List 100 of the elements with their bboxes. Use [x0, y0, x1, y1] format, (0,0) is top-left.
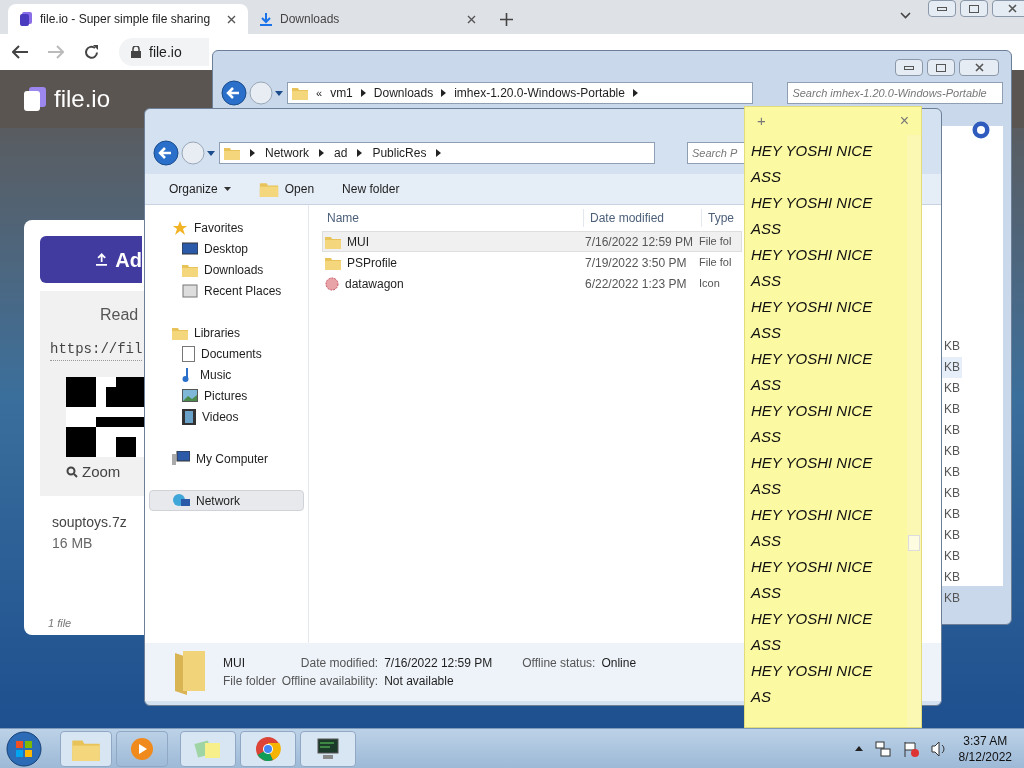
- clock-time[interactable]: 3:37 AM: [963, 732, 1008, 749]
- sidebar-item[interactable]: Recent Places: [149, 280, 304, 301]
- sidebar-item[interactable]: Music: [149, 364, 304, 385]
- path-segment[interactable]: imhex-1.20.0-Windows-Portable: [454, 84, 625, 102]
- start-button-icon[interactable]: [4, 729, 44, 768]
- type-cell-text: File fol: [698, 234, 732, 250]
- play-icon: [130, 736, 154, 761]
- file-size: 16 MB: [51, 534, 94, 553]
- zoom-link[interactable]: Zoom: [82, 461, 121, 484]
- toolbar-button[interactable]: Organize: [169, 180, 231, 198]
- note-text: HEY YOSHI NICE: [751, 193, 874, 213]
- address-bar[interactable]: file.io: [119, 38, 209, 66]
- sidebar-item[interactable]: My Computer: [149, 448, 304, 469]
- add-note-button[interactable]: +: [757, 109, 766, 133]
- help-icon[interactable]: [972, 121, 990, 139]
- browser-tab[interactable]: file.io - Super simple file sharing: [8, 4, 248, 34]
- file-size-cell-text: KB: [943, 464, 961, 481]
- chevron-icon: [632, 89, 638, 97]
- path-segment[interactable]: vm1: [330, 84, 353, 102]
- computer-icon: [172, 451, 190, 466]
- file-name: datawagon: [345, 275, 404, 293]
- chevron-down-icon[interactable]: [900, 12, 911, 19]
- search-field[interactable]: Search imhex-1.20.0-Windows-Portable: [787, 82, 1003, 104]
- column-header[interactable]: Date modified: [583, 209, 701, 227]
- sidebar-item[interactable]: Network: [149, 490, 304, 511]
- note-text: ASS: [751, 271, 782, 291]
- note-text: HEY YOSHI NICE: [751, 609, 874, 629]
- overflow-chevron[interactable]: «: [316, 84, 323, 102]
- minimize-button[interactable]: [928, 0, 956, 17]
- close-button[interactable]: [959, 59, 999, 76]
- add-button[interactable]: Ad: [40, 236, 142, 283]
- path-segment[interactable]: Network: [265, 144, 309, 162]
- detail-label: Offline status:: [521, 655, 596, 672]
- maximize-button[interactable]: [927, 59, 955, 76]
- scrollbar[interactable]: [907, 135, 921, 727]
- search-field[interactable]: Search P: [687, 142, 747, 164]
- close-icon: [1007, 4, 1017, 13]
- toolbar-button[interactable]: New folder: [342, 180, 400, 198]
- new-tab-icon[interactable]: [500, 13, 513, 26]
- column-header[interactable]: Type: [701, 209, 734, 227]
- taskbar-button[interactable]: [300, 730, 356, 767]
- flag-icon[interactable]: [902, 740, 919, 757]
- sidebar-item[interactable]: Desktop: [149, 238, 304, 259]
- monitor-icon: [182, 241, 198, 256]
- file-row[interactable]: PSProfile 7/19/2022 3:50 PM File fol: [322, 252, 742, 273]
- sidebar-item[interactable]: Videos: [149, 406, 304, 427]
- file-size-cell-text: KB: [943, 338, 961, 355]
- note-text: ASS: [751, 219, 782, 239]
- toolbar-button[interactable]: Open: [258, 180, 315, 198]
- folder-icon: [173, 649, 207, 695]
- date-cell-text: 7/19/2022 3:50 PM: [584, 254, 688, 272]
- sidebar-item[interactable]: Favorites: [149, 217, 304, 238]
- back-icon[interactable]: [221, 80, 247, 106]
- sidebar-item[interactable]: Documents: [149, 343, 304, 364]
- file-row[interactable]: MUI 7/16/2022 12:59 PM File fol: [322, 231, 742, 252]
- volume-icon[interactable]: [930, 740, 947, 757]
- minimize-button[interactable]: [895, 59, 923, 76]
- site-logo-icon: [24, 87, 46, 111]
- picture-icon: [182, 389, 198, 402]
- close-icon[interactable]: [467, 14, 476, 24]
- browser-icon: [255, 735, 281, 762]
- file-row[interactable]: datawagon 6/22/2022 1:23 PM Icon: [322, 273, 742, 294]
- address-bar[interactable]: Network ad PublicRes: [219, 142, 655, 164]
- browser-tab[interactable]: Downloads: [248, 4, 488, 34]
- file-count: 1 file: [47, 615, 73, 631]
- reload-icon[interactable]: [84, 44, 99, 60]
- file-size-cell-text: KB: [943, 590, 961, 607]
- close-note-button[interactable]: ×: [899, 109, 909, 133]
- share-link[interactable]: https://fil: [50, 339, 143, 361]
- chevron-icon: [319, 149, 324, 157]
- close-icon[interactable]: [227, 14, 236, 24]
- note-text: ASS: [751, 479, 782, 499]
- dropdown-icon[interactable]: [207, 150, 215, 156]
- sidebar-item[interactable]: Libraries: [149, 322, 304, 343]
- dropdown-icon[interactable]: [275, 90, 283, 96]
- close-button[interactable]: [992, 0, 1024, 17]
- file-size-cell-text: KB: [943, 506, 961, 523]
- path-segment[interactable]: ad: [334, 144, 348, 162]
- caret-up-icon[interactable]: [854, 746, 863, 751]
- file-size-cell-text: KB: [943, 527, 961, 544]
- chevron-icon: [360, 89, 366, 97]
- note-text: ASS: [751, 167, 782, 187]
- maximize-button[interactable]: [960, 0, 988, 17]
- chevron-icon: [441, 89, 447, 97]
- column-header[interactable]: Name: [327, 209, 583, 227]
- back-icon[interactable]: [153, 140, 179, 166]
- folder-icon: [325, 255, 341, 270]
- close-icon: [974, 63, 984, 72]
- path-segment[interactable]: PublicRes: [372, 144, 427, 162]
- type-cell-text: File fol: [698, 255, 732, 271]
- path-segment[interactable]: Downloads: [373, 84, 434, 102]
- date-cell-text: 6/22/2022 1:23 PM: [584, 275, 688, 293]
- back-arrow-icon[interactable]: [12, 45, 28, 59]
- detail-label: Offline availability:: [281, 673, 379, 690]
- address-bar[interactable]: « vm1 Downloads imhex-1.20.0-Windows-Portable: [287, 82, 754, 104]
- file-name: PSProfile: [347, 254, 398, 272]
- sidebar-item[interactable]: Downloads: [149, 259, 304, 280]
- clock-date[interactable]: 8/12/2022: [958, 748, 1012, 765]
- network-icon[interactable]: [874, 740, 891, 757]
- sidebar-item[interactable]: Pictures: [149, 385, 304, 406]
